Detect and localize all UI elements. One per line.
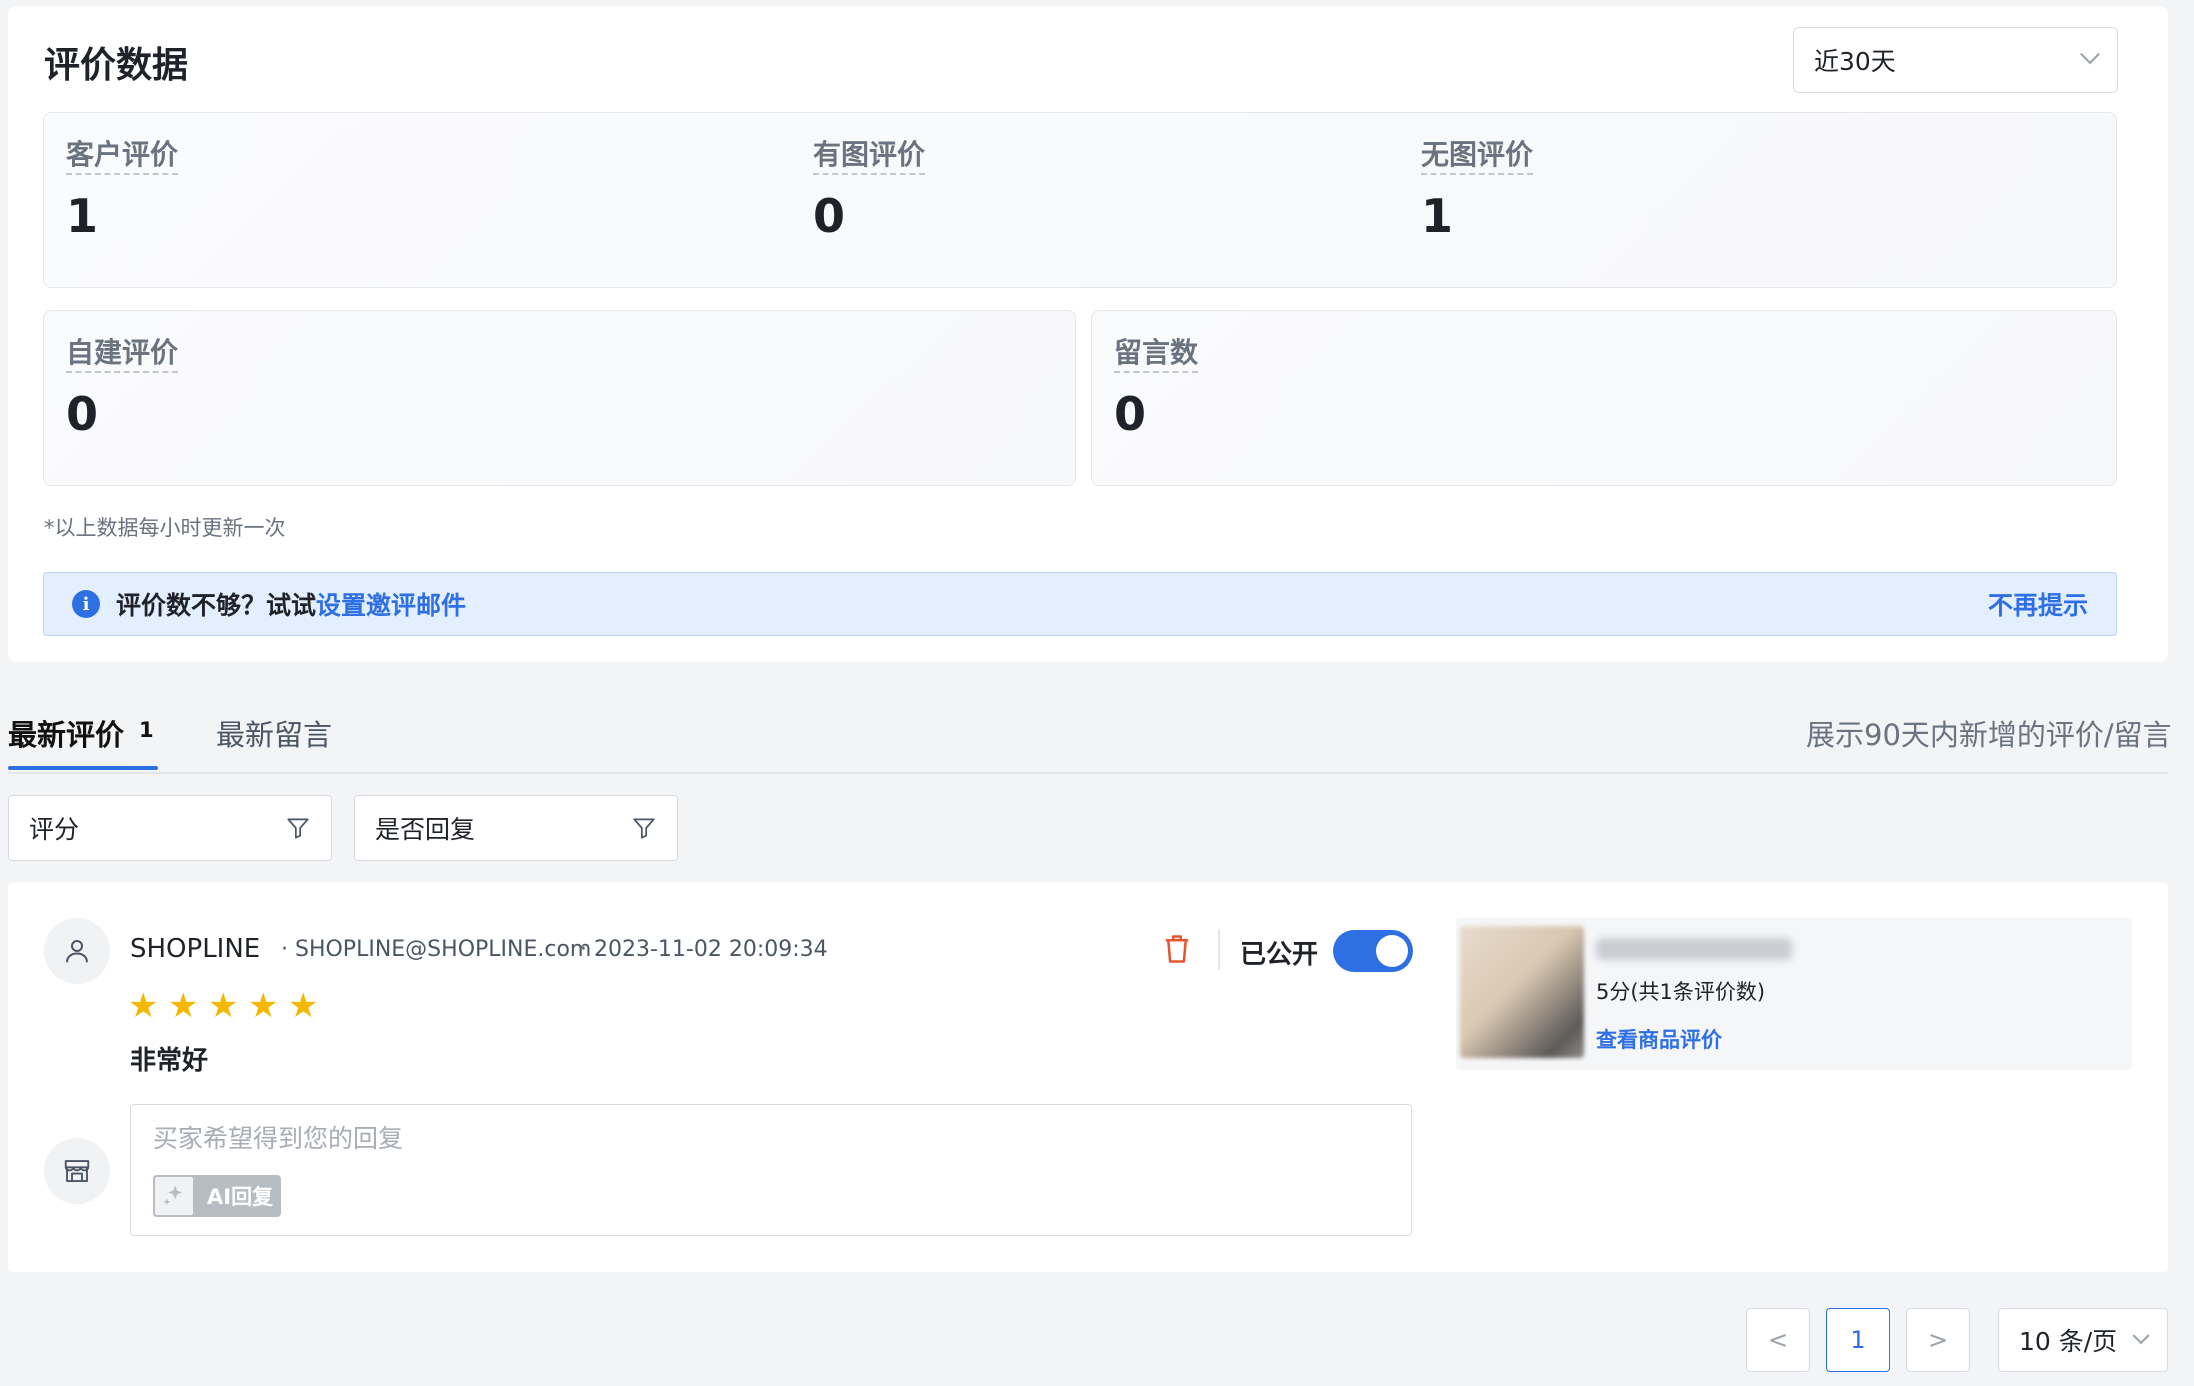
star-icon: ★ [128,986,159,1026]
page-size-value: 10 条/页 [2019,1327,2118,1356]
stat-without-images: 无图评价 1 [1421,138,1534,244]
star-icon: ★ [168,986,199,1026]
stat-label: 留言数 [1114,336,1199,374]
filter-icon [633,818,655,839]
prev-page-button[interactable]: < [1746,1308,1810,1372]
stat-value: 0 [813,189,846,244]
stat-label: 客户评价 [66,138,179,176]
rating-filter[interactable]: 评分 [8,795,332,861]
store-avatar [44,1138,110,1204]
date-range-value: 近30天 [1814,47,1896,76]
replied-filter[interactable]: 是否回复 [354,795,678,861]
tab-review-count: 1 [139,718,154,742]
dismiss-banner-link[interactable]: 不再提示 [1988,586,2088,622]
sparkle-icon [153,1175,195,1217]
review-date: · 2023-11-02 20:09:34 [580,937,828,962]
chevron-down-icon [2132,1327,2150,1345]
banner-text: 评价数不够？试试 [116,591,317,620]
chevron-down-icon [2080,44,2100,65]
star-icon: ★ [208,986,239,1026]
star-icon: ★ [248,986,279,1026]
ai-reply-label: AI回复 [207,1185,274,1209]
store-icon [64,1160,90,1182]
stat-self-built: 自建评价 0 [43,310,1076,486]
page-size-select[interactable]: 10 条/页 [1998,1308,2168,1372]
update-footnote: *以上数据每小时更新一次 [44,516,286,540]
user-icon [66,940,88,963]
product-title-blurred [1596,938,1792,960]
active-tab-indicator [8,766,158,770]
reply-input[interactable]: 买家希望得到您的回复 AI回复 [130,1104,1412,1236]
date-range-select[interactable]: 近30天 [1793,27,2118,93]
filter-icon [287,818,309,839]
tab-range-note: 展示90天内新增的评价/留言 [1806,718,2172,752]
review-content: 非常好 [130,1046,209,1076]
invite-banner: i 评价数不够？试试 设置邀评邮件 不再提示 [43,572,2117,636]
vertical-separator [1218,930,1220,970]
toggle-knob [1376,935,1408,967]
stat-label: 无图评价 [1421,138,1534,176]
stat-value: 0 [66,387,99,442]
public-toggle[interactable] [1333,930,1413,972]
view-product-reviews-link[interactable]: 查看商品评价 [1596,1024,1722,1054]
reviewer-name: SHOPLINE [130,934,261,964]
reply-placeholder: 买家希望得到您的回复 [153,1124,404,1153]
star-icon: ★ [288,986,319,1026]
replied-filter-label: 是否回复 [375,815,476,844]
stat-with-images: 有图评价 0 [813,138,926,244]
stat-value: 0 [1114,387,1147,442]
invite-email-link[interactable]: 设置邀评邮件 [316,586,466,622]
tab-divider [8,772,2168,774]
delete-review-button[interactable] [1162,932,1192,970]
stat-label: 自建评价 [66,336,179,374]
stat-label: 有图评价 [813,138,926,176]
next-page-button[interactable]: > [1906,1308,1970,1372]
tab-latest-reviews[interactable]: 最新评价 [8,712,124,754]
user-avatar [44,918,110,984]
star-rating: ★ ★ ★ ★ ★ [128,986,321,1026]
rating-filter-label: 评分 [29,815,80,844]
stat-comments: 留言数 0 [1091,310,2117,486]
product-panel: 5分(共1条评价数) 查看商品评价 [1456,918,2132,1070]
page-1-button[interactable]: 1 [1826,1308,1890,1372]
trash-icon [1165,935,1189,963]
product-rating-summary: 5分(共1条评价数) [1596,980,1766,1004]
public-label: 已公开 [1240,940,1319,970]
product-thumbnail [1460,926,1584,1058]
ai-reply-button[interactable]: AI回复 [153,1175,281,1217]
stat-customer-reviews: 客户评价 1 [66,138,179,244]
tab-latest-comments[interactable]: 最新留言 [216,712,332,754]
stat-value: 1 [66,189,99,244]
reviewer-email: · SHOPLINE@SHOPLINE.com [281,937,592,962]
page-title: 评价数据 [44,45,189,86]
stats-row: 客户评价 1 有图评价 0 无图评价 1 [43,112,2117,288]
stat-value: 1 [1421,189,1454,244]
info-icon: i [72,590,100,618]
